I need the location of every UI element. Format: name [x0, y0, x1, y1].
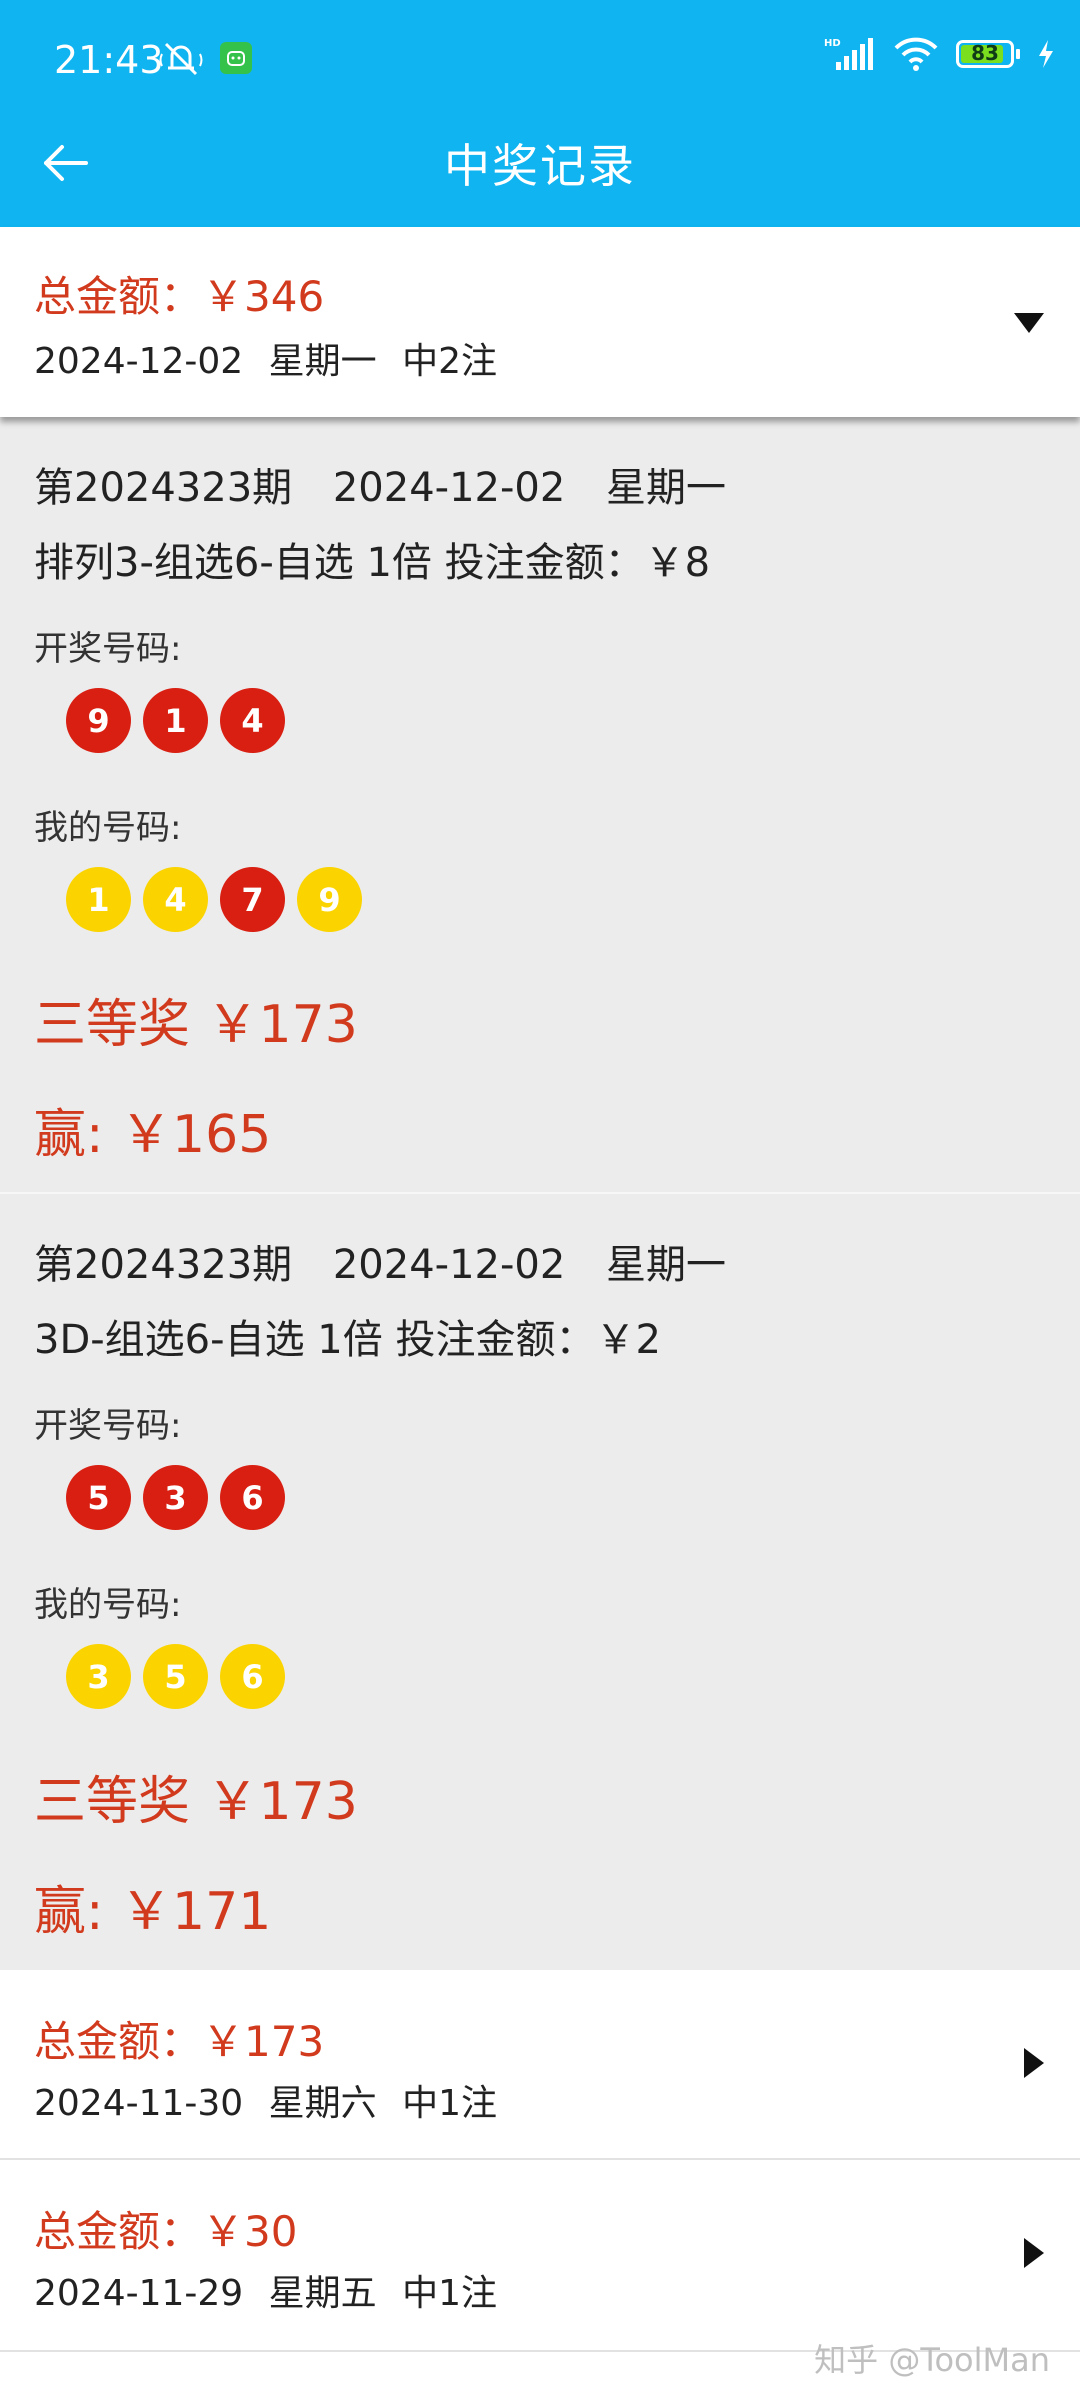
number-ball: 3	[143, 1465, 208, 1530]
summary-row[interactable]: 总金额：￥173 2024-11-30 星期六 中1注	[0, 1970, 1080, 2158]
summary-info: 2024-11-29 星期五 中1注	[34, 2273, 498, 2314]
my-numbers-label: 我的号码:	[34, 1585, 182, 1625]
number-ball: 9	[66, 688, 131, 753]
status-left-icons	[158, 40, 252, 76]
charging-icon	[1039, 40, 1053, 68]
total-amount: 总金额：￥346	[34, 272, 325, 321]
total-amount: 总金额：￥30	[34, 2207, 298, 2256]
summary-row-expanded[interactable]: 总金额：￥346 2024-12-02 星期一 中2注	[0, 227, 1080, 417]
wifi-icon	[894, 37, 938, 71]
draw-numbers: 5 3 6	[66, 1465, 285, 1530]
triangle-right-icon[interactable]	[1022, 2046, 1046, 2080]
watermark: 知乎 @ToolMan	[814, 2341, 1050, 2379]
my-numbers: 3 5 6	[66, 1644, 285, 1709]
svg-text:HD: HD	[824, 38, 841, 49]
number-ball: 4	[220, 688, 285, 753]
app-notification-icon	[220, 42, 252, 74]
triangle-down-icon[interactable]	[1012, 311, 1046, 335]
triangle-right-icon[interactable]	[1022, 2236, 1046, 2270]
mute-icon	[159, 42, 203, 76]
app-header: 21:43 HD 83 中奖记录	[0, 0, 1080, 227]
number-ball: 3	[66, 1644, 131, 1709]
win-amount: 赢: ￥171	[34, 1882, 272, 1942]
prize-level: 三等奖 ￥173	[34, 995, 358, 1055]
summary-info: 2024-12-02 星期一 中2注	[34, 341, 498, 382]
detail-card: 第2024323期 2024-12-02 星期一 排列3-组选6-自选 1倍 投…	[0, 417, 1080, 1192]
detail-card: 第2024323期 2024-12-02 星期一 3D-组选6-自选 1倍 投注…	[0, 1194, 1080, 1970]
win-amount: 赢: ￥165	[34, 1105, 272, 1165]
draw-numbers: 9 1 4	[66, 688, 285, 753]
prize-level: 三等奖 ￥173	[34, 1772, 358, 1832]
period-info: 第2024323期 2024-12-02 星期一	[34, 465, 727, 511]
period-info: 第2024323期 2024-12-02 星期一	[34, 1242, 727, 1288]
my-numbers: 1 4 7 9	[66, 867, 362, 932]
total-amount: 总金额：￥173	[34, 2017, 325, 2066]
battery-level: 83	[971, 41, 999, 65]
battery-icon: 83	[956, 40, 1020, 68]
number-ball: 4	[143, 867, 208, 932]
bet-info: 3D-组选6-自选 1倍 投注金额：￥2	[34, 1317, 661, 1363]
number-ball: 6	[220, 1644, 285, 1709]
number-ball: 5	[143, 1644, 208, 1709]
number-ball: 1	[143, 688, 208, 753]
hd-signal-icon: HD	[824, 38, 873, 70]
status-right-icons: HD 83	[824, 36, 1056, 72]
number-ball: 7	[220, 867, 285, 932]
draw-numbers-label: 开奖号码:	[34, 629, 182, 669]
page-title: 中奖记录	[444, 139, 636, 193]
my-numbers-label: 我的号码:	[34, 808, 182, 848]
number-ball: 1	[66, 867, 131, 932]
summary-row[interactable]: 总金额：￥30 2024-11-29 星期五 中1注	[0, 2160, 1080, 2350]
summary-info: 2024-11-30 星期六 中1注	[34, 2083, 498, 2124]
bet-info: 排列3-组选6-自选 1倍 投注金额：￥8	[34, 540, 711, 586]
status-time: 21:43	[54, 38, 164, 82]
number-ball: 9	[297, 867, 362, 932]
draw-numbers-label: 开奖号码:	[34, 1406, 182, 1446]
number-ball: 5	[66, 1465, 131, 1530]
number-ball: 6	[220, 1465, 285, 1530]
